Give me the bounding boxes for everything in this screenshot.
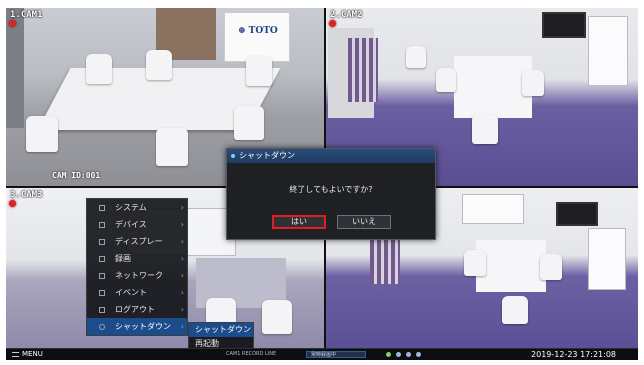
- network-status-icon: [386, 352, 391, 357]
- chair: [146, 50, 172, 80]
- menu-button-label: MENU: [22, 350, 43, 358]
- wall-monitor: [556, 202, 598, 226]
- chair: [502, 296, 528, 324]
- camera-label: 3.CAM3: [10, 190, 43, 200]
- network-icon: [99, 273, 105, 279]
- dialog-title-bar: シャットダウン: [227, 149, 435, 163]
- device-icon: [99, 222, 105, 228]
- main-menu: システム › デバイス › ディスプレー › 録画 › ネットワーク › イベント › ログ…: [86, 198, 188, 336]
- audio-status-icon: [416, 352, 421, 357]
- chair: [472, 114, 498, 144]
- chair: [262, 300, 292, 334]
- menu-item-label: デバイス: [115, 220, 147, 229]
- recording-indicator-icon: [9, 20, 16, 27]
- menu-item-label: ディスプレー: [115, 237, 163, 246]
- bottom-status-bar: MENU CAM1 RECORD LINE 常時録画中 2019-12-23 1…: [6, 348, 638, 360]
- chevron-right-icon: ›: [180, 237, 184, 246]
- whiteboard: [462, 194, 524, 224]
- menu-item-device[interactable]: デバイス ›: [87, 216, 187, 233]
- chair: [234, 106, 264, 140]
- camera-label: 1.CAM1: [10, 10, 43, 20]
- chair: [436, 68, 456, 92]
- chair: [406, 46, 426, 68]
- chair: [86, 54, 112, 84]
- camera-label: 2.CAM2: [330, 10, 363, 20]
- recording-icon: [99, 256, 105, 262]
- hdd-status-icon: [396, 352, 401, 357]
- chevron-right-icon: ›: [180, 220, 184, 229]
- yes-button[interactable]: はい: [272, 215, 326, 229]
- chevron-right-icon: ›: [180, 305, 184, 314]
- sample-shelf: [348, 38, 378, 102]
- menu-item-network[interactable]: ネットワーク ›: [87, 267, 187, 284]
- meeting-table: [454, 56, 532, 118]
- recording-status-box: 常時録画中: [306, 351, 366, 358]
- datetime-display: 2019-12-23 17:21:08: [531, 350, 616, 359]
- whiteboard: [588, 16, 628, 86]
- menu-item-display[interactable]: ディスプレー ›: [87, 233, 187, 250]
- chair: [156, 128, 188, 166]
- submenu-item-shutdown[interactable]: シャットダウン: [189, 323, 253, 337]
- dialog-message: 終了してもよいですか?: [289, 185, 373, 194]
- wall-panel: [588, 228, 626, 290]
- menu-item-label: ネットワーク: [115, 271, 163, 280]
- dvr-screen: ⊕ TOTO 1.CAM1 CAM ID:001 2.CAM2 3.CAM3 シ…: [6, 8, 638, 360]
- menu-item-event[interactable]: イベント ›: [87, 284, 187, 301]
- hamburger-icon: [12, 351, 19, 357]
- dialog-bullet-icon: [231, 154, 235, 158]
- menu-button[interactable]: MENU: [12, 349, 43, 360]
- menu-item-system[interactable]: システム ›: [87, 199, 187, 216]
- menu-item-recording[interactable]: 録画 ›: [87, 250, 187, 267]
- recording-indicator-icon: [329, 20, 336, 27]
- chevron-right-icon: ›: [180, 254, 184, 263]
- menu-item-label: シャットダウン: [115, 322, 171, 331]
- menu-item-shutdown[interactable]: シャットダウン ›: [87, 318, 187, 335]
- recording-status-text: 常時録画中: [311, 352, 337, 358]
- banner-stand: [224, 12, 290, 62]
- system-icon: [99, 205, 105, 211]
- chair: [26, 116, 58, 152]
- event-icon: [99, 290, 105, 296]
- menu-item-label: 録画: [115, 254, 131, 263]
- chevron-right-icon: ›: [180, 271, 184, 280]
- meeting-table: [476, 240, 546, 292]
- menu-item-logout[interactable]: ログアウト ›: [87, 301, 187, 318]
- recording-indicator-icon: [9, 200, 16, 207]
- chair: [464, 250, 486, 276]
- menu-item-label: システム: [115, 203, 147, 212]
- wall-column: [6, 8, 24, 128]
- display-icon: [99, 239, 105, 245]
- camera-id-overlay: CAM ID:001: [52, 171, 101, 180]
- wall-monitor: [542, 12, 586, 38]
- menu-item-label: ログアウト: [115, 305, 155, 314]
- chevron-right-icon: ›: [180, 288, 184, 297]
- chevron-right-icon: ›: [180, 322, 184, 331]
- menu-item-label: イベント: [115, 288, 147, 297]
- chair: [540, 254, 562, 280]
- dialog-title: シャットダウン: [239, 151, 295, 160]
- logout-icon: [99, 307, 105, 313]
- chevron-right-icon: ›: [180, 203, 184, 212]
- chair: [246, 56, 272, 86]
- power-icon: [99, 324, 105, 330]
- banner-text: ⊕ TOTO: [238, 26, 278, 36]
- usb-status-icon: [406, 352, 411, 357]
- status-text: CAM1 RECORD LINE: [226, 351, 277, 357]
- no-button[interactable]: いいえ: [337, 215, 391, 229]
- chair: [522, 70, 544, 96]
- shutdown-dialog: シャットダウン 終了してもよいですか? はい いいえ: [226, 148, 436, 240]
